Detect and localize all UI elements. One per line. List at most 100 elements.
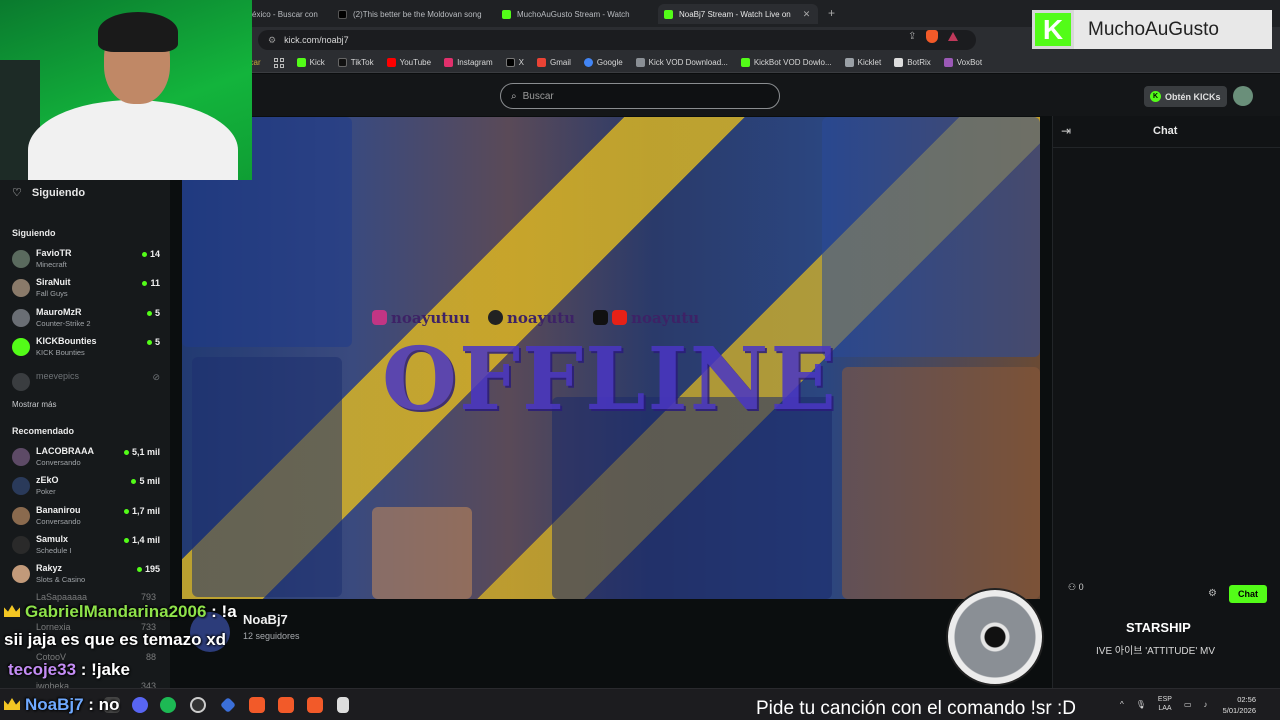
channel-name: KICKBounties (36, 336, 97, 346)
bookmark-x[interactable]: X (505, 58, 524, 67)
google-icon (583, 58, 593, 67)
sidebar-channel[interactable]: LACOBRAAA Conversando 5,1 mil (12, 445, 160, 471)
kickbot-icon (740, 58, 750, 67)
chat-message: sii jaja es que es temazo xd (4, 630, 227, 649)
tab-noabj7[interactable]: NoaBj7 Stream - Watch Live on ✕ (658, 4, 818, 24)
channel-name: meevepics (36, 371, 80, 381)
system-tray: ^ 🎙 ESP LAA ▭ ♪ (1120, 695, 1208, 713)
live-dot-icon (142, 280, 148, 286)
sidebar-channel[interactable]: Samulx Schedule I 1,4 mil (12, 533, 160, 559)
tray-expand-icon[interactable]: ^ (1120, 700, 1124, 709)
search-input[interactable] (522, 90, 753, 102)
profile-avatar[interactable] (1233, 86, 1253, 106)
tab-search[interactable]: éxico - Buscar con (246, 4, 328, 24)
bookmark-google[interactable]: Google (583, 58, 623, 67)
following-nav-item[interactable]: ♡ Siguiendo (12, 186, 85, 200)
sidebar-channel[interactable]: zEkO Poker 5 mil (12, 474, 160, 500)
discord-icon[interactable] (132, 697, 148, 713)
webcam-person (28, 100, 238, 180)
partial-viewer-count: 88 (146, 652, 157, 662)
bookmark-voxbot[interactable]: VoxBot (943, 58, 982, 67)
overlay-chat-line: tecoje33 : !jake (8, 660, 130, 680)
sidebar-channel[interactable]: MauroMzR Counter-Strike 2 5 (12, 306, 160, 332)
bookmark-label: Gmail (549, 58, 571, 67)
tab-tiktok[interactable]: (2)This better be the Moldovan song (332, 4, 492, 24)
viewer-count: 1,4 mil (123, 535, 160, 545)
avatar (12, 477, 30, 495)
bookmark-kickbot[interactable]: KickBot VOD Dowlo... (740, 58, 832, 67)
sidebar-channel[interactable]: meevepics ⊘ (12, 370, 160, 396)
system-clock[interactable]: 02:56 5/01/2026 (1223, 694, 1256, 716)
channel-category: Minecraft (36, 260, 67, 269)
tiktok-icon (337, 58, 347, 67)
youtube-icon (386, 58, 396, 67)
bookmark-tiktok[interactable]: TikTok (337, 58, 374, 67)
bookmark-botrix[interactable]: BotRix (894, 58, 931, 67)
streamer-name[interactable]: NoaBj7 (243, 612, 288, 627)
clock-time: 02:56 (1237, 695, 1256, 704)
crown-icon (4, 605, 20, 617)
viewer-count-value: 14 (149, 249, 160, 259)
offline-icon: ⊘ (152, 372, 160, 382)
brave-icon[interactable] (249, 697, 265, 713)
avatar (12, 507, 30, 525)
bookmark-youtube[interactable]: YouTube (386, 58, 431, 67)
stream-player[interactable]: noayutuu noayutu noayutu OFFLINE (182, 117, 1040, 599)
avatar (12, 279, 30, 297)
volume-icon[interactable]: ♪ (1204, 700, 1208, 709)
sidebar-channel[interactable]: Rakyz Slots & Casino 195 (12, 562, 160, 588)
avatar (12, 338, 30, 356)
site-info-icon[interactable]: ⚙ (268, 35, 276, 46)
bookmark-kick[interactable]: Kick (296, 58, 325, 67)
collapse-chat-icon[interactable]: ⇥ (1061, 124, 1071, 138)
taskbar: NoaBj7 : no Pide tu canción con el coman… (0, 688, 1280, 720)
spotify-icon[interactable] (160, 697, 176, 713)
new-tab-button[interactable]: + (828, 6, 835, 20)
live-dot-icon (123, 508, 129, 514)
brave-shields-icon[interactable] (926, 30, 939, 43)
live-dot-icon (123, 537, 129, 543)
live-dot-icon (146, 339, 152, 345)
bookmark-kicklet[interactable]: Kicklet (844, 58, 881, 67)
kicklet-icon (844, 58, 854, 67)
sidebar-channel[interactable]: FavioTR Minecraft 14 (12, 247, 160, 273)
network-icon[interactable]: ▭ (1184, 700, 1192, 709)
get-kicks-label: Obtén KICKs (1165, 91, 1221, 102)
chat-username: NoaBj7 (25, 695, 84, 714)
file-icon[interactable] (337, 697, 349, 713)
viewer-count: 195 (136, 564, 160, 574)
show-more-link[interactable]: Mostrar más (12, 400, 56, 409)
apps-grid-icon[interactable] (273, 57, 284, 68)
gmail-icon (536, 58, 546, 67)
sidebar-channel[interactable]: KICKBounties KICK Bounties 5 (12, 335, 160, 361)
share-icon[interactable]: ⇪ (908, 31, 916, 42)
bookmark-gmail[interactable]: Gmail (536, 58, 571, 67)
tab-muchoaugusto[interactable]: MuchoAuGusto Stream - Watch (496, 4, 646, 24)
song-title: STARSHIP (1126, 620, 1191, 635)
viewer-count-value: 195 (144, 564, 160, 574)
clock-date: 5/01/2026 (1222, 706, 1256, 715)
microphone-icon[interactable]: 🎙 (1136, 700, 1146, 709)
channel-category: Counter-Strike 2 (36, 319, 91, 328)
bookmark-kick-vod[interactable]: Kick VOD Download... (635, 58, 728, 67)
avatar (12, 448, 30, 466)
close-tab-icon[interactable]: ✕ (803, 9, 811, 20)
search-box[interactable]: ⌕ (500, 83, 780, 109)
obs-icon[interactable] (190, 697, 206, 713)
brave-icon[interactable] (278, 697, 294, 713)
bookmark-label: X (518, 58, 524, 67)
avatar (12, 309, 30, 327)
sidebar-channel[interactable]: Bananirou Conversando 1,7 mil (12, 504, 160, 530)
bookmark-instagram[interactable]: Instagram (444, 58, 493, 67)
get-kicks-button[interactable]: K Obtén KICKs (1144, 86, 1227, 107)
sidebar-channel[interactable]: SiraNuit Fall Guys 11 (12, 276, 160, 302)
brave-icon[interactable] (307, 697, 323, 713)
channel-category: KICK Bounties (36, 348, 85, 357)
brave-rewards-icon[interactable] (948, 32, 959, 41)
language-indicator[interactable]: ESP LAA (1158, 695, 1172, 713)
url-field[interactable]: ⚙ kick.com/noabj7 (258, 30, 976, 50)
chat-username: tecoje33 (8, 660, 77, 679)
app-icon[interactable] (220, 697, 236, 713)
heart-icon: ♡ (12, 187, 22, 199)
crown-icon (4, 698, 20, 710)
